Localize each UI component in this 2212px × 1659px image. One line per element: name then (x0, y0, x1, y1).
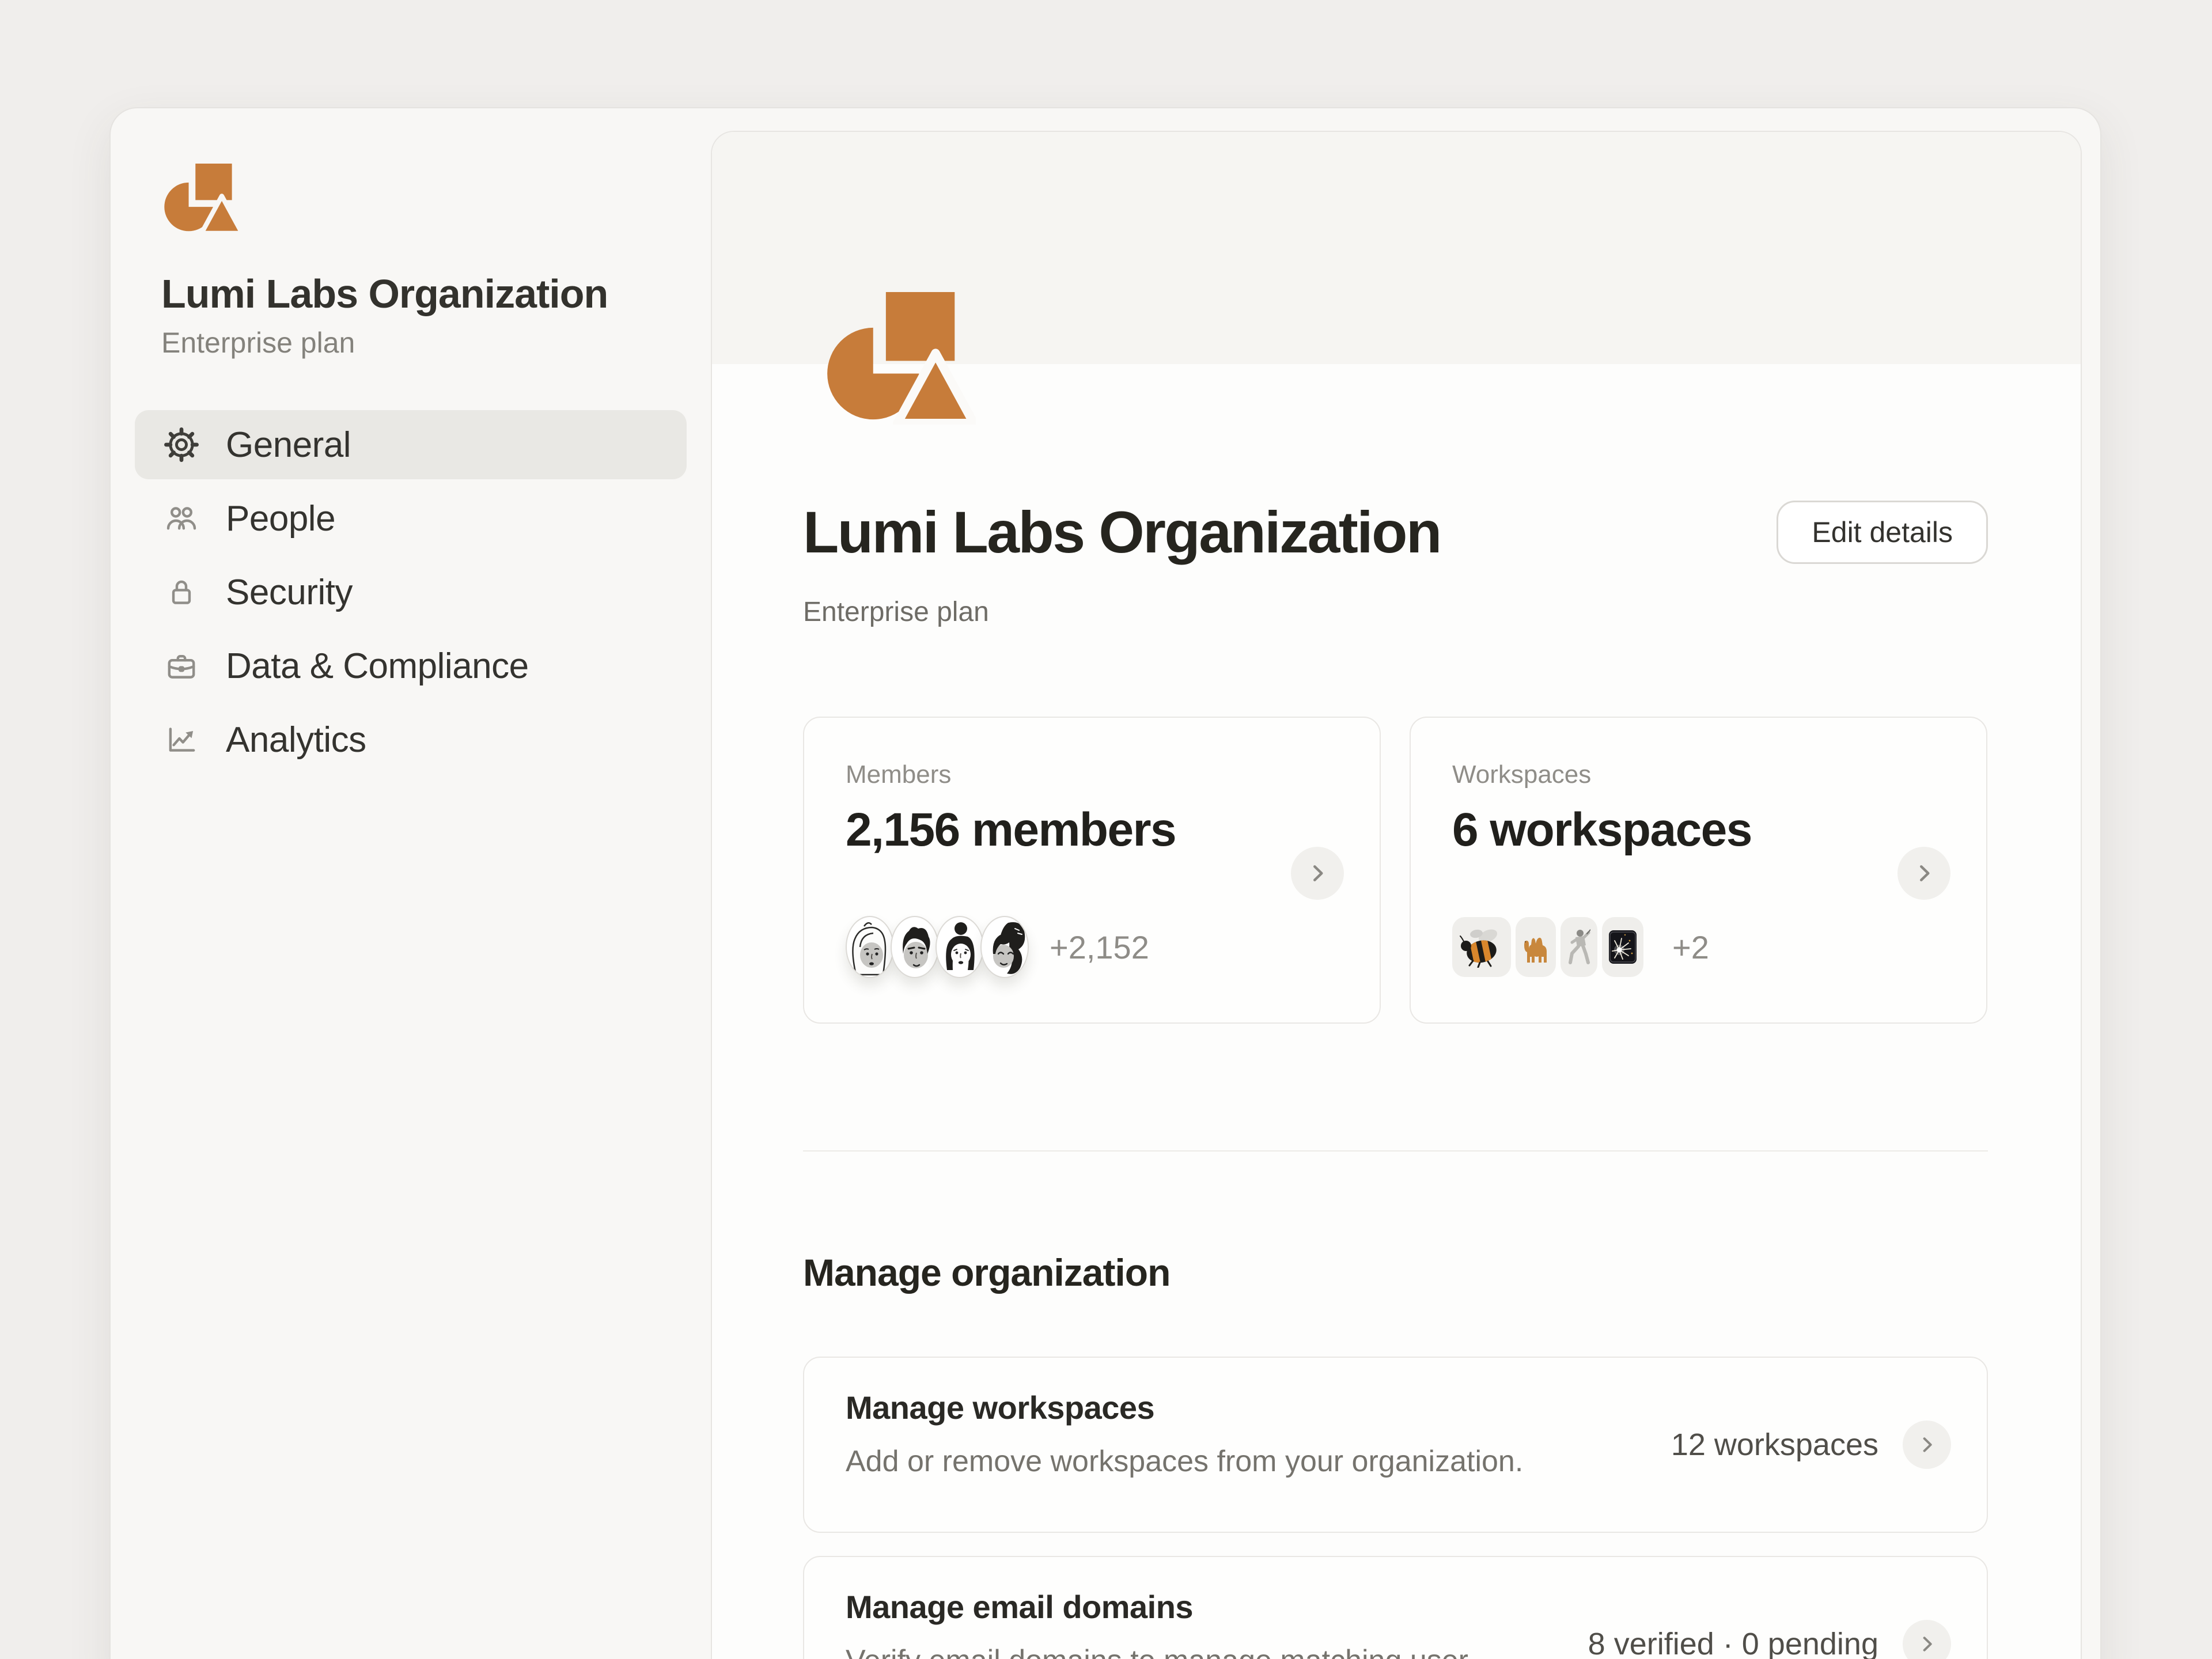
members-card[interactable]: Members 2,156 members (803, 717, 1381, 1024)
sidebar-item-label: Analytics (226, 719, 366, 760)
avatar-bun (935, 916, 984, 978)
sidebar-item-label: Data & Compliance (226, 646, 529, 687)
chevron-right-icon (1911, 861, 1937, 886)
row-title: Manage email domains (846, 1588, 1193, 1626)
manage-email-domains-row[interactable]: Manage email domains Verify email domain… (803, 1556, 1988, 1659)
fireworks-emoji (1602, 917, 1643, 977)
section-divider (803, 1150, 1988, 1152)
sidebar-item-data-compliance[interactable]: Data & Compliance (135, 631, 687, 700)
page-title: Lumi Labs Organization (803, 499, 1441, 566)
workspaces-card-label: Workspaces (1452, 760, 1591, 789)
sidebar-item-label: People (226, 498, 335, 539)
sidebar-item-security[interactable]: Security (135, 558, 687, 627)
chevron-right-icon (1915, 1633, 1938, 1656)
sidebar-org-name: Lumi Labs Organization (161, 271, 657, 317)
workspaces-chevron-button[interactable] (1897, 847, 1950, 900)
row-title: Manage workspaces (846, 1389, 1154, 1426)
manage-workspaces-chevron-button[interactable] (1903, 1421, 1951, 1469)
sidebar-item-general[interactable]: General (135, 410, 687, 479)
briefcase-icon (164, 648, 199, 684)
org-logo-large (821, 292, 976, 425)
avatar-ponytail (980, 916, 1029, 978)
page-subtitle: Enterprise plan (803, 596, 989, 628)
members-card-label: Members (846, 760, 951, 789)
manage-organization-heading: Manage organization (803, 1251, 1170, 1294)
lock-icon (164, 574, 199, 610)
members-overflow-count: +2,152 (1050, 929, 1149, 966)
chevron-right-icon (1915, 1433, 1938, 1456)
manage-email-domains-chevron-button[interactable] (1903, 1620, 1951, 1659)
row-meta: 12 workspaces (1671, 1427, 1878, 1463)
sidebar-item-label: General (226, 425, 351, 465)
members-card-value: 2,156 members (846, 803, 1176, 857)
main-panel: Lumi Labs Organization Edit details Ente… (711, 131, 2082, 1659)
workspaces-card[interactable]: Workspaces 6 workspaces (1410, 717, 1987, 1024)
camel-emoji (1516, 917, 1556, 977)
row-description: Add or remove workspaces from your organ… (846, 1444, 1523, 1479)
app-window: Lumi Labs Organization Enterprise plan G… (109, 107, 2101, 1659)
avatar-dark-short-hair (891, 916, 939, 978)
chevron-right-icon (1305, 861, 1330, 886)
org-logo (161, 164, 243, 234)
sidebar-org-plan: Enterprise plan (161, 326, 355, 359)
fencer-emoji (1560, 917, 1597, 977)
manage-workspaces-row[interactable]: Manage workspaces Add or remove workspac… (803, 1357, 1988, 1533)
avatar-light-hair (846, 916, 894, 978)
row-description: Verify email domains to manage matching … (846, 1643, 1468, 1659)
people-icon (164, 501, 199, 536)
sidebar-item-people[interactable]: People (135, 484, 687, 553)
workspaces-overflow-count: +2 (1672, 929, 1709, 966)
sidebar: Lumi Labs Organization Enterprise plan G… (111, 108, 711, 1659)
sidebar-nav: General People (135, 410, 687, 779)
stat-cards: Members 2,156 members (803, 717, 1988, 1024)
row-meta: 8 verified · 0 pending (1588, 1626, 1878, 1659)
edit-details-button[interactable]: Edit details (1777, 501, 1988, 564)
bee-emoji (1452, 917, 1511, 977)
sidebar-item-analytics[interactable]: Analytics (135, 705, 687, 774)
chart-line-icon (164, 722, 199, 757)
gear-icon (164, 427, 199, 463)
sidebar-item-label: Security (226, 572, 353, 613)
members-chevron-button[interactable] (1291, 847, 1344, 900)
workspaces-card-value: 6 workspaces (1452, 803, 1752, 857)
